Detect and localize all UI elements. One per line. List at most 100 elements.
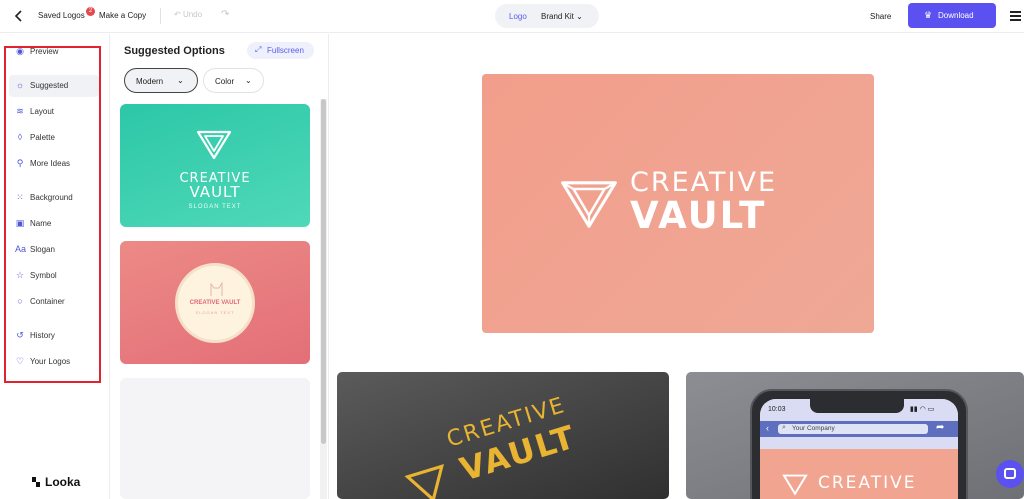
download-label: Download bbox=[938, 11, 974, 20]
phone-status-icons: ▮▮ ◠ ▭ bbox=[910, 406, 935, 413]
brand-kit-label: Brand Kit bbox=[541, 12, 574, 21]
tab-logo[interactable]: Logo bbox=[509, 12, 527, 21]
card-name-line2: VAULT bbox=[189, 183, 241, 201]
hero-name-line2: VAULT bbox=[630, 194, 767, 237]
sidebar-item-palette[interactable]: ◊ Palette bbox=[9, 127, 99, 149]
scrollbar-thumb[interactable] bbox=[321, 99, 326, 444]
undo-button[interactable]: ↶ Undo bbox=[174, 10, 202, 19]
text-size-icon: Aa bbox=[15, 244, 27, 254]
phone-mockup[interactable]: 10:03 ▮▮ ◠ ▭ ‹ ⌕ Your Company ➦ CREATIVE bbox=[686, 372, 1024, 499]
chevron-down-icon: ⌄ bbox=[177, 76, 184, 85]
magic-wand-icon: ⚲ bbox=[16, 158, 24, 168]
triangle-logo-icon bbox=[561, 181, 617, 228]
card-emblem-slogan: SLOGAN TEXT bbox=[195, 310, 235, 315]
undo-label: Undo bbox=[182, 10, 203, 19]
make-copy-link[interactable]: Make a Copy bbox=[99, 11, 146, 20]
sidebar-item-symbol[interactable]: ☆ Symbol bbox=[9, 265, 99, 287]
saved-logos-link[interactable]: Saved Logos bbox=[38, 11, 85, 20]
sidebar-item-history[interactable]: ↺ History bbox=[9, 325, 99, 347]
share-button[interactable]: Share bbox=[870, 12, 891, 21]
chat-support-button[interactable] bbox=[996, 460, 1024, 488]
chevron-left-icon: ‹ bbox=[766, 423, 769, 433]
phone-screen: 10:03 ▮▮ ◠ ▭ ‹ ⌕ Your Company ➦ CREATIVE bbox=[760, 399, 958, 499]
sidebar-item-preview[interactable]: ◉ Preview bbox=[9, 41, 99, 63]
sidebar-item-label: Slogan bbox=[30, 245, 55, 254]
business-card-mockup[interactable]: CREATIVE VAULT bbox=[337, 372, 669, 499]
sidebar-item-suggested[interactable]: ☼ Suggested bbox=[9, 75, 99, 97]
sidebar-item-container[interactable]: ○ Container bbox=[9, 291, 99, 313]
filter-modern-dropdown[interactable]: Modern ⌄ bbox=[124, 68, 198, 93]
triangle-logo-icon bbox=[196, 130, 232, 160]
emblem-circle: CREATIVE VAULT SLOGAN TEXT bbox=[175, 263, 255, 343]
sidebar-item-label: Suggested bbox=[30, 81, 69, 90]
sidebar-item-background[interactable]: ⁙ Background bbox=[9, 187, 99, 209]
filter-label: Modern bbox=[136, 77, 164, 86]
back-icon[interactable] bbox=[12, 9, 26, 23]
hamburger-icon[interactable] bbox=[1010, 11, 1021, 23]
triangle-logo-icon bbox=[782, 474, 808, 496]
history-icon: ↺ bbox=[16, 330, 24, 340]
editor-sidebar: ◉ Preview ☼ Suggested ≋ Layout ◊ Palette… bbox=[0, 34, 110, 499]
sidebar-item-label: History bbox=[30, 331, 55, 340]
chevron-down-icon: ⌄ bbox=[245, 76, 252, 85]
suggested-options-panel: Suggested Options ⤢ Fullscreen Modern ⌄ … bbox=[111, 34, 329, 499]
heart-icon: ♡ bbox=[15, 356, 25, 366]
logo-brandkit-switcher: Logo Brand Kit ⌄ bbox=[495, 4, 599, 28]
phone-notch bbox=[810, 399, 904, 413]
phone-time: 10:03 bbox=[768, 406, 786, 413]
sidebar-item-your-logos[interactable]: ♡ Your Logos bbox=[9, 351, 99, 373]
suggestion-card-placeholder[interactable] bbox=[120, 378, 310, 499]
sidebar-item-label: Name bbox=[30, 219, 52, 228]
tab-brand-kit[interactable]: Brand Kit ⌄ bbox=[541, 12, 583, 21]
sidebar-item-slogan[interactable]: Aa Slogan bbox=[9, 239, 99, 261]
eye-icon: ◉ bbox=[16, 46, 24, 56]
grid-icon: ⁙ bbox=[16, 192, 24, 202]
card-slogan: SLOGAN TEXT bbox=[188, 204, 242, 210]
circle-icon: ○ bbox=[17, 296, 23, 306]
filter-color-dropdown[interactable]: Color ⌄ bbox=[203, 68, 264, 93]
sidebar-item-layout[interactable]: ≋ Layout bbox=[9, 101, 99, 123]
top-bar: Saved Logos 2 Make a Copy ↶ Undo ↷ Logo … bbox=[0, 0, 1024, 33]
redo-icon[interactable]: ↷ bbox=[221, 9, 229, 20]
text-box-icon: ▣ bbox=[15, 218, 25, 228]
sidebar-item-label: Container bbox=[30, 297, 65, 306]
cat-illustration-icon bbox=[210, 281, 223, 296]
panel-title: Suggested Options bbox=[124, 45, 225, 57]
chevron-down-icon: ⌄ bbox=[576, 12, 583, 21]
suggestion-card-coral[interactable]: CREATIVE VAULT SLOGAN TEXT bbox=[120, 241, 310, 364]
sidebar-item-label: Your Logos bbox=[30, 357, 71, 366]
toolbar-divider bbox=[160, 8, 161, 24]
looka-wordmark: Looka bbox=[45, 475, 81, 489]
looka-logo-icon bbox=[32, 477, 40, 487]
phone-search-field: ⌕ Your Company bbox=[778, 424, 928, 434]
sidebar-item-label: Symbol bbox=[30, 271, 57, 280]
star-icon: ☆ bbox=[15, 270, 25, 280]
sidebar-item-name[interactable]: ▣ Name bbox=[9, 213, 99, 235]
saved-logos-badge: 2 bbox=[86, 7, 95, 16]
logo-preview-hero[interactable]: CREATIVE VAULT bbox=[482, 74, 874, 333]
phone-body: 10:03 ▮▮ ◠ ▭ ‹ ⌕ Your Company ➦ CREATIVE bbox=[750, 389, 968, 499]
bulb-icon: ☼ bbox=[15, 80, 25, 90]
download-button[interactable]: ♛ Download bbox=[908, 3, 996, 28]
triangle-logo-icon bbox=[404, 464, 444, 499]
sidebar-item-label: Layout bbox=[30, 107, 55, 116]
sidebar-item-label: More Ideas bbox=[30, 159, 71, 168]
card-logo-name: CREATIVE VAULT bbox=[120, 172, 310, 200]
panel-scrollbar[interactable] bbox=[320, 99, 327, 499]
card-emblem-name: CREATIVE VAULT bbox=[189, 300, 241, 306]
filter-label: Color bbox=[215, 77, 235, 86]
phone-search-bar: ‹ ⌕ Your Company ➦ bbox=[760, 421, 958, 437]
phone-search-text: Your Company bbox=[792, 425, 835, 432]
suggestion-card-teal[interactable]: CREATIVE VAULT SLOGAN TEXT bbox=[120, 104, 310, 227]
fullscreen-label: Fullscreen bbox=[267, 46, 304, 55]
hero-name-line1: CREATIVE bbox=[630, 167, 778, 198]
preview-canvas: CREATIVE VAULT CREATIVE VAULT 10:03 ▮▮ ◠… bbox=[330, 34, 1024, 499]
phone-logo-text: CREATIVE bbox=[818, 473, 917, 493]
sidebar-item-label: Preview bbox=[30, 47, 59, 56]
sidebar-item-more-ideas[interactable]: ⚲ More Ideas bbox=[9, 153, 99, 175]
share-arrow-icon: ➦ bbox=[936, 422, 945, 433]
sidebar-item-label: Background bbox=[30, 193, 73, 202]
fullscreen-button[interactable]: ⤢ Fullscreen bbox=[247, 42, 314, 59]
hero-logo-name: CREATIVE VAULT bbox=[630, 169, 777, 235]
layers-icon: ≋ bbox=[16, 106, 24, 116]
